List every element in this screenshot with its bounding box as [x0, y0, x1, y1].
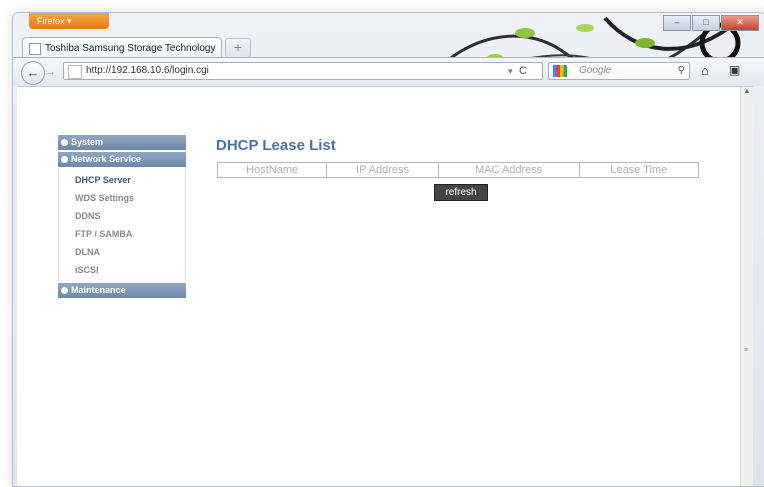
new-tab-button[interactable]: + [225, 38, 251, 58]
menu-header-system[interactable]: System [58, 135, 186, 150]
menu-header-network-service[interactable]: Network Service [58, 152, 186, 167]
menu-item-ddns[interactable]: DDNS [59, 207, 185, 225]
browser-window: Firefox ▾ – □ ✕ Toshiba Samsung Storage … [12, 12, 764, 487]
navigation-toolbar: ← → http://192.168.10.6/login.cgi ▾ C Go… [13, 57, 764, 86]
close-button[interactable]: ✕ [721, 15, 759, 31]
scroll-up-icon[interactable]: ▲ [741, 87, 753, 97]
google-icon[interactable] [553, 65, 567, 77]
expand-icon [61, 156, 68, 163]
menu-item-dhcp-server[interactable]: DHCP Server [59, 171, 185, 189]
expand-icon [61, 139, 68, 146]
forward-button[interactable]: → [45, 64, 57, 80]
column-hostname: HostName [216, 162, 328, 178]
maximize-button[interactable]: □ [692, 15, 720, 31]
firefox-menu-button[interactable]: Firefox ▾ [29, 13, 109, 29]
column-mac-address: MAC Address [437, 162, 580, 178]
minimize-button[interactable]: – [663, 15, 691, 31]
home-icon[interactable]: ⌂ [701, 63, 709, 78]
address-bar[interactable]: http://192.168.10.6/login.cgi ▾ C [63, 62, 543, 80]
page-title: DHCP Lease List [216, 137, 336, 154]
back-button[interactable]: ← [21, 61, 45, 85]
column-lease-time: Lease Time [578, 162, 700, 178]
menu-item-wds-settings[interactable]: WDS Settings [59, 189, 185, 207]
menu-item-iscsi[interactable]: iSCSI [59, 261, 185, 279]
url-text: http://192.168.10.6/login.cgi [86, 65, 209, 76]
page-content: System Network Service DHCP Server WDS S… [17, 86, 753, 486]
tab-title: Toshiba Samsung Storage Technology [45, 43, 216, 54]
bookmark-star-icon[interactable]: ▾ [508, 63, 513, 79]
column-ip-address: IP Address [326, 162, 439, 178]
menu-item-dlna[interactable]: DLNA [59, 243, 185, 261]
search-bar[interactable]: Google ⚲ [548, 62, 690, 80]
vertical-scrollbar[interactable]: ▲ ≡ [740, 87, 753, 486]
sidebar-menu: System Network Service DHCP Server WDS S… [58, 135, 186, 300]
table-header-row: HostName IP Address MAC Address Lease Ti… [216, 162, 700, 178]
network-service-submenu: DHCP Server WDS Settings DDNS FTP / SAMB… [58, 169, 186, 281]
search-placeholder: Google [579, 65, 612, 76]
search-icon[interactable]: ⚲ [678, 63, 685, 79]
menu-header-maintenance[interactable]: Maintenance [58, 283, 186, 298]
window-controls: – □ ✕ [663, 15, 759, 31]
menu-item-ftp-samba[interactable]: FTP / SAMBA [59, 225, 185, 243]
site-identity-icon[interactable] [68, 65, 82, 79]
reload-icon[interactable]: C [519, 63, 527, 79]
browser-tab[interactable]: Toshiba Samsung Storage Technology [22, 37, 222, 58]
dhcp-lease-table: HostName IP Address MAC Address Lease Ti… [216, 162, 700, 178]
scroll-grip-icon[interactable]: ≡ [744, 347, 748, 354]
expand-icon [61, 287, 68, 294]
downloads-icon[interactable]: ▣ [729, 63, 740, 77]
page-icon [29, 43, 41, 55]
refresh-button[interactable]: refresh [434, 184, 488, 201]
title-bar: Firefox ▾ – □ ✕ [13, 13, 764, 89]
